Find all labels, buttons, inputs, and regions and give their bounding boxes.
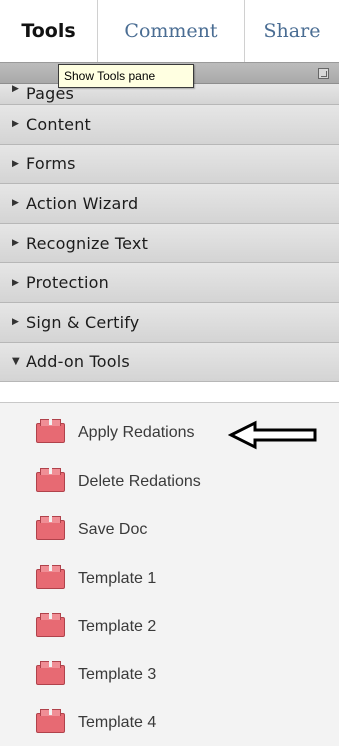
panel-label: Add-on Tools	[26, 352, 130, 372]
tools-panels: ▶ Pages ▶ Content ▶ Forms ▶ Action Wizar…	[0, 84, 339, 383]
tool-label: Template 2	[78, 618, 157, 635]
toolbox-icon	[36, 467, 65, 492]
tab-comment[interactable]: Comment	[98, 0, 245, 62]
tool-label: Template 4	[78, 714, 157, 731]
tool-delete-redations[interactable]: Delete Redations	[36, 467, 201, 495]
tool-apply-redations[interactable]: Apply Redations	[36, 418, 195, 446]
toolbox-icon	[36, 660, 65, 685]
pointer-arrow-icon	[228, 420, 317, 450]
tool-label: Apply Redations	[78, 424, 195, 441]
expand-arrow-icon: ▶	[12, 198, 20, 209]
tool-template-4[interactable]: Template 4	[36, 708, 157, 736]
toolbox-icon	[36, 418, 65, 443]
tool-template-2[interactable]: Template 2	[36, 612, 157, 640]
panel-label: Sign & Certify	[26, 312, 140, 332]
toolbox-icon	[36, 612, 65, 637]
panel-protection[interactable]: ▶ Protection	[0, 263, 339, 303]
tool-label: Template 1	[78, 570, 157, 587]
panel-content[interactable]: ▶ Content	[0, 105, 339, 145]
toolbox-icon	[36, 564, 65, 589]
pane-collapse-icon[interactable]	[318, 68, 329, 79]
panel-forms[interactable]: ▶ Forms	[0, 144, 339, 185]
tab-bar: Tools Comment Share	[0, 0, 339, 62]
tool-template-3[interactable]: Template 3	[36, 660, 157, 688]
panel-action-wizard[interactable]: ▶ Action Wizard	[0, 184, 339, 224]
tooltip: Show Tools pane	[58, 64, 194, 88]
toolbox-icon	[36, 515, 65, 540]
expand-arrow-icon: ▶	[12, 119, 20, 130]
expand-arrow-icon: ▶	[12, 158, 20, 169]
panel-label: Content	[26, 114, 92, 134]
panel-sign-certify[interactable]: ▶ Sign & Certify	[0, 302, 339, 343]
panel-recognize-text[interactable]: ▶ Recognize Text	[0, 223, 339, 264]
add-on-tools-list: Apply Redations Delete Redations Save Do…	[0, 402, 339, 746]
tab-tools[interactable]: Tools	[0, 0, 98, 62]
collapse-arrow-icon: ▼	[12, 356, 20, 368]
panel-add-on-tools[interactable]: ▼ Add-on Tools	[0, 342, 339, 383]
panel-label: Action Wizard	[26, 193, 139, 213]
tool-save-doc[interactable]: Save Doc	[36, 515, 148, 543]
tool-template-1[interactable]: Template 1	[36, 564, 157, 592]
expand-arrow-icon: ▶	[12, 277, 20, 288]
expand-arrow-icon: ▶	[12, 317, 20, 328]
expand-arrow-icon: ▶	[12, 84, 20, 94]
panel-label: Forms	[26, 154, 76, 174]
tool-label: Delete Redations	[78, 473, 201, 490]
panel-label: Protection	[26, 273, 109, 293]
tool-label: Save Doc	[78, 521, 148, 538]
panel-label: Recognize Text	[26, 233, 149, 253]
toolbox-icon	[36, 708, 65, 733]
expand-arrow-icon: ▶	[12, 238, 20, 249]
tab-share[interactable]: Share	[245, 0, 339, 62]
tool-label: Template 3	[78, 666, 157, 683]
